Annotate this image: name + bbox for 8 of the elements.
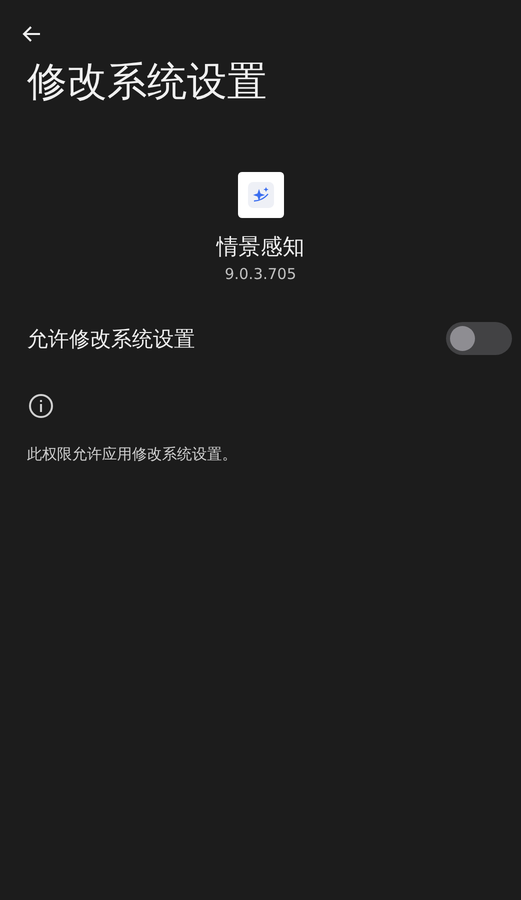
info-icon (28, 393, 54, 419)
setting-label: 允许修改系统设置 (27, 326, 195, 352)
page-title: 修改系统设置 (27, 58, 268, 107)
toggle-switch[interactable] (446, 322, 512, 355)
app-icon (238, 172, 284, 218)
app-name: 情景感知 (216, 234, 304, 262)
permission-description: 此权限允许应用修改系统设置。 (27, 444, 238, 465)
app-version: 9.0.3.705 (224, 264, 296, 284)
